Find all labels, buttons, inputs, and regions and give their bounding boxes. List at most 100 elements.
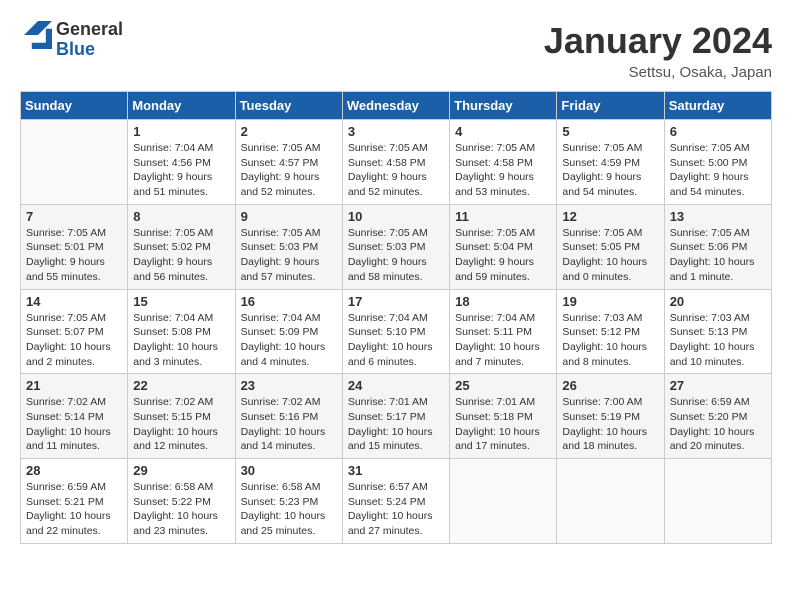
day-number: 11 bbox=[455, 209, 551, 224]
day-info: Sunrise: 7:02 AM Sunset: 5:16 PM Dayligh… bbox=[241, 395, 337, 454]
day-number: 4 bbox=[455, 124, 551, 139]
calendar-cell: 8Sunrise: 7:05 AM Sunset: 5:02 PM Daylig… bbox=[128, 204, 235, 289]
week-row-3: 14 Sunrise: 7:05 AM Sunset: 5:07 PM Dayli… bbox=[21, 289, 772, 374]
day-number: 2 bbox=[241, 124, 337, 139]
day-number: 13 bbox=[670, 209, 766, 224]
day-info: Sunrise: 7:01 AM Sunset: 5:17 PM Dayligh… bbox=[348, 395, 444, 454]
calendar-cell: 11 Sunrise: 7:05 AM Sunset: 5:04 PM Dayli… bbox=[450, 204, 557, 289]
month-title: January 2024 bbox=[544, 20, 772, 62]
day-number: 14 bbox=[26, 294, 122, 309]
calendar-cell bbox=[557, 459, 664, 544]
day-info: Sunrise: 7:05 AM Sunset: 5:07 PM Dayligh… bbox=[26, 311, 122, 370]
day-info: Sunrise: 7:05 AM Sunset: 5:02 PM Dayligh… bbox=[133, 226, 229, 285]
day-info: Sunrise: 7:05 AM Sunset: 5:06 PM Dayligh… bbox=[670, 226, 766, 285]
day-number: 27 bbox=[670, 378, 766, 393]
calendar-cell: 1 Sunrise: 7:04 AM Sunset: 4:56 PM Daylig… bbox=[128, 120, 235, 205]
calendar-cell: 13 Sunrise: 7:05 AM Sunset: 5:06 PM Dayli… bbox=[664, 204, 771, 289]
day-info: Sunrise: 7:05 AM Sunset: 4:58 PM Dayligh… bbox=[348, 141, 444, 200]
calendar-cell: 5 Sunrise: 7:05 AM Sunset: 4:59 PM Daylig… bbox=[557, 120, 664, 205]
day-number: 12 bbox=[562, 209, 658, 224]
calendar-cell: 18Sunrise: 7:04 AM Sunset: 5:11 PM Dayli… bbox=[450, 289, 557, 374]
calendar-cell bbox=[664, 459, 771, 544]
day-info: Sunrise: 7:05 AM Sunset: 5:05 PM Dayligh… bbox=[562, 226, 658, 285]
day-header-friday: Friday bbox=[557, 92, 664, 120]
day-info: Sunrise: 6:57 AM Sunset: 5:24 PM Dayligh… bbox=[348, 480, 444, 539]
day-number: 1 bbox=[133, 124, 229, 139]
day-number: 30 bbox=[241, 463, 337, 478]
calendar-cell bbox=[450, 459, 557, 544]
day-info: Sunrise: 7:05 AM Sunset: 4:58 PM Dayligh… bbox=[455, 141, 551, 200]
day-header-monday: Monday bbox=[128, 92, 235, 120]
day-info: Sunrise: 7:05 AM Sunset: 5:00 PM Dayligh… bbox=[670, 141, 766, 200]
day-number: 3 bbox=[348, 124, 444, 139]
calendar-cell: 27Sunrise: 6:59 AM Sunset: 5:20 PM Dayli… bbox=[664, 374, 771, 459]
calendar-cell: 21 Sunrise: 7:02 AM Sunset: 5:14 PM Dayli… bbox=[21, 374, 128, 459]
day-number: 5 bbox=[562, 124, 658, 139]
day-number: 29 bbox=[133, 463, 229, 478]
day-number: 31 bbox=[348, 463, 444, 478]
day-number: 9 bbox=[241, 209, 337, 224]
calendar-cell: 4 Sunrise: 7:05 AM Sunset: 4:58 PM Daylig… bbox=[450, 120, 557, 205]
title-block: January 2024 Settsu, Osaka, Japan bbox=[544, 20, 772, 81]
day-info: Sunrise: 6:58 AM Sunset: 5:22 PM Dayligh… bbox=[133, 480, 229, 539]
calendar-cell: 2 Sunrise: 7:05 AM Sunset: 4:57 PM Daylig… bbox=[235, 120, 342, 205]
calendar-cell: 16Sunrise: 7:04 AM Sunset: 5:09 PM Dayli… bbox=[235, 289, 342, 374]
week-row-4: 21 Sunrise: 7:02 AM Sunset: 5:14 PM Dayli… bbox=[21, 374, 772, 459]
calendar-cell: 9 Sunrise: 7:05 AM Sunset: 5:03 PM Daylig… bbox=[235, 204, 342, 289]
calendar-cell: 26Sunrise: 7:00 AM Sunset: 5:19 PM Dayli… bbox=[557, 374, 664, 459]
day-number: 19 bbox=[562, 294, 658, 309]
week-row-2: 7Sunrise: 7:05 AM Sunset: 5:01 PM Daylig… bbox=[21, 204, 772, 289]
calendar-cell: 28Sunrise: 6:59 AM Sunset: 5:21 PM Dayli… bbox=[21, 459, 128, 544]
calendar-cell: 3 Sunrise: 7:05 AM Sunset: 4:58 PM Daylig… bbox=[342, 120, 449, 205]
day-number: 15 bbox=[133, 294, 229, 309]
logo-general-text: General bbox=[56, 20, 123, 40]
logo: General Blue bbox=[20, 20, 123, 60]
calendar-cell: 17Sunrise: 7:04 AM Sunset: 5:10 PM Dayli… bbox=[342, 289, 449, 374]
day-header-saturday: Saturday bbox=[664, 92, 771, 120]
day-info: Sunrise: 7:02 AM Sunset: 5:15 PM Dayligh… bbox=[133, 395, 229, 454]
calendar-cell: 25Sunrise: 7:01 AM Sunset: 5:18 PM Dayli… bbox=[450, 374, 557, 459]
day-info: Sunrise: 7:04 AM Sunset: 5:08 PM Dayligh… bbox=[133, 311, 229, 370]
calendar-cell: 31 Sunrise: 6:57 AM Sunset: 5:24 PM Dayli… bbox=[342, 459, 449, 544]
day-number: 26 bbox=[562, 378, 658, 393]
day-number: 10 bbox=[348, 209, 444, 224]
logo-blue-text: Blue bbox=[56, 40, 123, 60]
calendar-cell: 30 Sunrise: 6:58 AM Sunset: 5:23 PM Dayli… bbox=[235, 459, 342, 544]
day-number: 24 bbox=[348, 378, 444, 393]
day-number: 21 bbox=[26, 378, 122, 393]
day-number: 6 bbox=[670, 124, 766, 139]
day-number: 7 bbox=[26, 209, 122, 224]
day-header-tuesday: Tuesday bbox=[235, 92, 342, 120]
day-info: Sunrise: 6:58 AM Sunset: 5:23 PM Dayligh… bbox=[241, 480, 337, 539]
day-info: Sunrise: 7:04 AM Sunset: 5:11 PM Dayligh… bbox=[455, 311, 551, 370]
day-header-sunday: Sunday bbox=[21, 92, 128, 120]
day-info: Sunrise: 7:05 AM Sunset: 5:03 PM Dayligh… bbox=[348, 226, 444, 285]
day-info: Sunrise: 7:05 AM Sunset: 4:57 PM Dayligh… bbox=[241, 141, 337, 200]
calendar-header-row: SundayMondayTuesdayWednesdayThursdayFrid… bbox=[21, 92, 772, 120]
day-number: 23 bbox=[241, 378, 337, 393]
day-info: Sunrise: 7:05 AM Sunset: 5:04 PM Dayligh… bbox=[455, 226, 551, 285]
calendar-cell: 23 Sunrise: 7:02 AM Sunset: 5:16 PM Dayli… bbox=[235, 374, 342, 459]
day-header-thursday: Thursday bbox=[450, 92, 557, 120]
day-number: 22 bbox=[133, 378, 229, 393]
calendar-cell: 19 Sunrise: 7:03 AM Sunset: 5:12 PM Dayli… bbox=[557, 289, 664, 374]
calendar-cell: 7Sunrise: 7:05 AM Sunset: 5:01 PM Daylig… bbox=[21, 204, 128, 289]
day-info: Sunrise: 7:05 AM Sunset: 5:03 PM Dayligh… bbox=[241, 226, 337, 285]
day-info: Sunrise: 7:04 AM Sunset: 4:56 PM Dayligh… bbox=[133, 141, 229, 200]
calendar-cell: 12 Sunrise: 7:05 AM Sunset: 5:05 PM Dayli… bbox=[557, 204, 664, 289]
calendar-table: SundayMondayTuesdayWednesdayThursdayFrid… bbox=[20, 91, 772, 544]
location: Settsu, Osaka, Japan bbox=[544, 64, 772, 81]
calendar-cell: 10 Sunrise: 7:05 AM Sunset: 5:03 PM Dayli… bbox=[342, 204, 449, 289]
week-row-5: 28Sunrise: 6:59 AM Sunset: 5:21 PM Dayli… bbox=[21, 459, 772, 544]
calendar-cell: 22 Sunrise: 7:02 AM Sunset: 5:15 PM Dayli… bbox=[128, 374, 235, 459]
day-info: Sunrise: 7:04 AM Sunset: 5:10 PM Dayligh… bbox=[348, 311, 444, 370]
day-header-wednesday: Wednesday bbox=[342, 92, 449, 120]
day-number: 16 bbox=[241, 294, 337, 309]
day-info: Sunrise: 7:05 AM Sunset: 4:59 PM Dayligh… bbox=[562, 141, 658, 200]
calendar-cell bbox=[21, 120, 128, 205]
calendar-cell: 6 Sunrise: 7:05 AM Sunset: 5:00 PM Daylig… bbox=[664, 120, 771, 205]
day-info: Sunrise: 7:03 AM Sunset: 5:12 PM Dayligh… bbox=[562, 311, 658, 370]
calendar-cell: 29 Sunrise: 6:58 AM Sunset: 5:22 PM Dayli… bbox=[128, 459, 235, 544]
calendar-cell: 24 Sunrise: 7:01 AM Sunset: 5:17 PM Dayli… bbox=[342, 374, 449, 459]
day-info: Sunrise: 7:02 AM Sunset: 5:14 PM Dayligh… bbox=[26, 395, 122, 454]
